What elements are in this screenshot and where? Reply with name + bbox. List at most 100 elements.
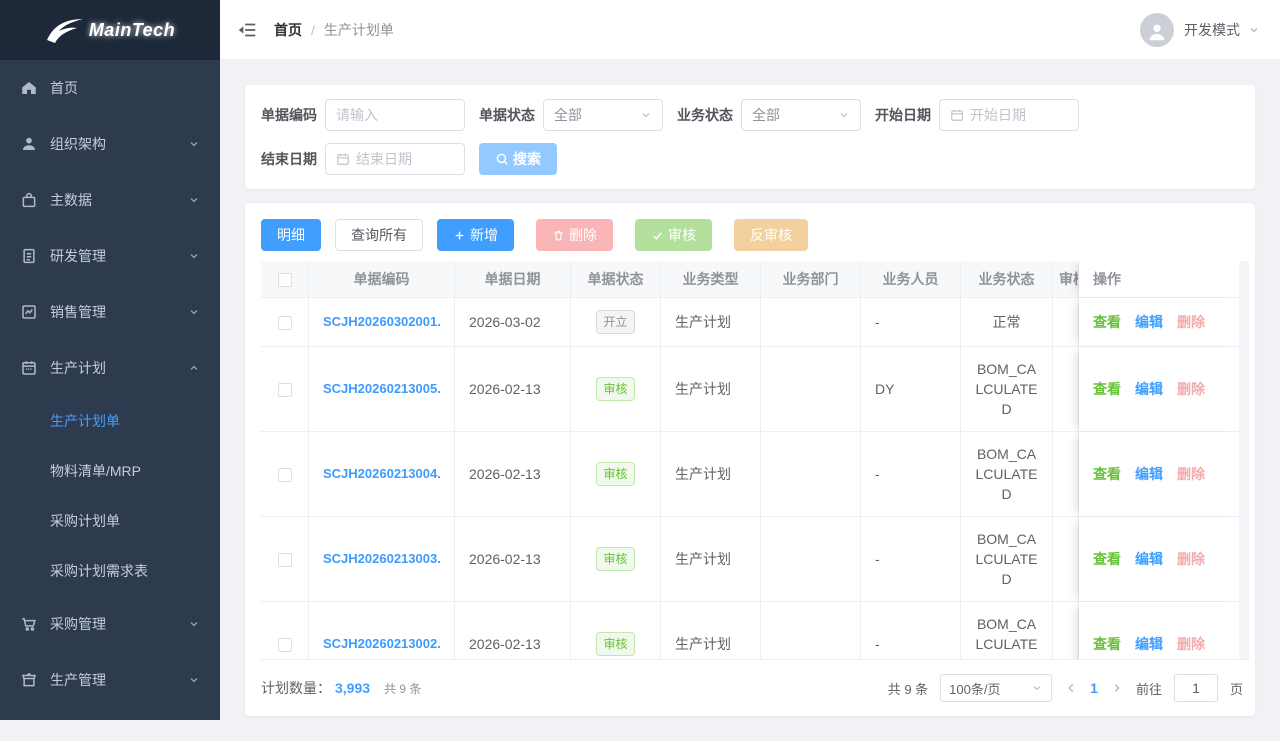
sidebar-item-production-plan[interactable]: 生产计划 bbox=[0, 340, 220, 396]
table-scrollbar-track[interactable] bbox=[1239, 261, 1249, 659]
table-row: SCJH20260213003...2026-02-13审核生产计划-BOM_C… bbox=[261, 517, 1239, 602]
status-badge: 审核 bbox=[596, 547, 634, 571]
row-checkbox[interactable] bbox=[278, 638, 292, 652]
edit-link[interactable]: 编辑 bbox=[1135, 314, 1163, 330]
button-label: 查询所有 bbox=[351, 225, 407, 245]
chevron-down-icon bbox=[188, 138, 200, 150]
cell-biz-status: BOM_CALCULATED bbox=[961, 432, 1053, 517]
view-link[interactable]: 查看 bbox=[1093, 636, 1121, 652]
sidebar-item-label: 研发管理 bbox=[50, 246, 188, 266]
row-checkbox[interactable] bbox=[278, 553, 292, 567]
page-number[interactable]: 1 bbox=[1090, 680, 1098, 696]
plan-count-label: 计划数量： bbox=[261, 678, 331, 698]
cell-biz-person: DY bbox=[861, 347, 961, 432]
pagination: 共 9 条 100条/页 1 前往 页 bbox=[888, 674, 1243, 702]
sidebar-item-label: 组织架构 bbox=[50, 134, 188, 154]
row-checkbox[interactable] bbox=[278, 468, 292, 482]
delete-link[interactable]: 删除 bbox=[1177, 466, 1205, 482]
start-date-field[interactable] bbox=[970, 107, 1068, 123]
sidebar-subitem-purchase-plan-order[interactable]: 采购计划单 bbox=[0, 496, 220, 546]
edit-link[interactable]: 编辑 bbox=[1135, 551, 1163, 567]
view-link[interactable]: 查看 bbox=[1093, 381, 1121, 397]
view-link[interactable]: 查看 bbox=[1093, 466, 1121, 482]
status-badge: 审核 bbox=[596, 377, 634, 401]
sidebar-item-home[interactable]: 首页 bbox=[0, 60, 220, 116]
sidebar-item-purchase-management[interactable]: 采购管理 bbox=[0, 596, 220, 652]
cell-biz-type: 生产计划 bbox=[661, 517, 761, 602]
end-date-input[interactable] bbox=[325, 143, 465, 175]
page-unit-label: 页 bbox=[1230, 679, 1243, 698]
sidebar-item-org[interactable]: 组织架构 bbox=[0, 116, 220, 172]
view-link[interactable]: 查看 bbox=[1093, 314, 1121, 330]
sidebar-subitem-bom-mrp[interactable]: 物料清单/MRP bbox=[0, 446, 220, 496]
start-date-label: 开始日期 bbox=[875, 105, 931, 125]
sidebar-nav: 首页组织架构主数据研发管理销售管理生产计划生产计划单物料清单/MRP采购计划单采… bbox=[0, 60, 220, 708]
search-button[interactable]: 搜索 bbox=[479, 143, 557, 175]
column-header-audit: 审核 bbox=[1053, 261, 1079, 298]
detail-button[interactable]: 明细 bbox=[261, 219, 321, 251]
select-all-checkbox[interactable] bbox=[278, 273, 292, 287]
goto-page-input[interactable] bbox=[1174, 674, 1218, 702]
anti-audit-button[interactable]: 反审核 bbox=[734, 219, 808, 251]
table-row: SCJH20260302001...2026-03-02开立生产计划-正常查看编… bbox=[261, 298, 1239, 347]
total-count-right: 共 9 条 bbox=[888, 679, 928, 698]
cell-biz-dept bbox=[761, 347, 861, 432]
user-menu[interactable]: 开发模式 bbox=[1140, 13, 1260, 47]
edit-link[interactable]: 编辑 bbox=[1135, 381, 1163, 397]
biz-status-value: 全部 bbox=[752, 105, 780, 125]
start-date-input[interactable] bbox=[939, 99, 1079, 131]
chevron-down-icon bbox=[188, 674, 200, 686]
column-header-biz-status: 业务状态 bbox=[961, 261, 1053, 298]
edit-link[interactable]: 编辑 bbox=[1135, 466, 1163, 482]
doc-code-link[interactable]: SCJH20260213002... bbox=[323, 634, 440, 654]
sidebar-item-master-data[interactable]: 主数据 bbox=[0, 172, 220, 228]
add-button[interactable]: 新增 bbox=[437, 219, 514, 251]
trash-icon bbox=[552, 229, 565, 242]
doc-code-link[interactable]: SCJH20260213004... bbox=[323, 464, 440, 484]
document-icon bbox=[20, 247, 38, 265]
delete-link[interactable]: 删除 bbox=[1177, 381, 1205, 397]
doc-code-link[interactable]: SCJH20260213003... bbox=[323, 549, 440, 569]
audit-button[interactable]: 审核 bbox=[635, 219, 712, 251]
page-size-select[interactable]: 100条/页 bbox=[940, 674, 1052, 702]
table-row: SCJH20260213005...2026-02-13审核生产计划DYBOM_… bbox=[261, 347, 1239, 432]
chevron-down-icon bbox=[188, 306, 200, 318]
bag-icon bbox=[20, 191, 38, 209]
sidebar-item-sales-management[interactable]: 销售管理 bbox=[0, 284, 220, 340]
sidebar-subitem-production-plan-order[interactable]: 生产计划单 bbox=[0, 396, 220, 446]
sidebar-item-rd-management[interactable]: 研发管理 bbox=[0, 228, 220, 284]
biz-status-select[interactable]: 全部 bbox=[741, 99, 861, 131]
sidebar-collapse-icon[interactable] bbox=[236, 19, 258, 41]
doc-status-select[interactable]: 全部 bbox=[543, 99, 663, 131]
prev-page-icon[interactable] bbox=[1064, 681, 1078, 695]
view-link[interactable]: 查看 bbox=[1093, 551, 1121, 567]
doc-code-label: 单据编码 bbox=[261, 105, 317, 125]
cell-actions: 查看编辑删除 bbox=[1079, 347, 1239, 432]
user-icon bbox=[20, 135, 38, 153]
page-content: 单据编码 单据状态 全部 业务状态 全部 bbox=[220, 60, 1280, 741]
delete-link[interactable]: 删除 bbox=[1177, 551, 1205, 567]
sidebar-subitem-purchase-plan-demand[interactable]: 采购计划需求表 bbox=[0, 546, 220, 596]
delete-button[interactable]: 删除 bbox=[536, 219, 613, 251]
query-all-button[interactable]: 查询所有 bbox=[335, 219, 423, 251]
cell-biz-person: - bbox=[861, 517, 961, 602]
chevron-up-icon bbox=[188, 362, 200, 374]
row-checkbox[interactable] bbox=[278, 316, 292, 330]
filter-end-date: 结束日期 bbox=[261, 143, 465, 175]
doc-code-link[interactable]: SCJH20260302001... bbox=[323, 312, 440, 332]
toolbar: 明细 查询所有 新增删除审核反审核 bbox=[261, 219, 1249, 251]
doc-code-input[interactable] bbox=[336, 107, 454, 123]
filter-doc-status: 单据状态 全部 bbox=[479, 99, 663, 131]
sidebar-item-production-management[interactable]: 生产管理 bbox=[0, 652, 220, 708]
delete-link[interactable]: 删除 bbox=[1177, 636, 1205, 652]
delete-link[interactable]: 删除 bbox=[1177, 314, 1205, 330]
edit-link[interactable]: 编辑 bbox=[1135, 636, 1163, 652]
breadcrumb-home[interactable]: 首页 bbox=[274, 20, 302, 40]
doc-code-link[interactable]: SCJH20260213005... bbox=[323, 379, 440, 399]
filter-start-date: 开始日期 bbox=[875, 99, 1079, 131]
next-page-icon[interactable] bbox=[1110, 681, 1124, 695]
select-all-header bbox=[261, 261, 309, 298]
column-header-biz-type: 业务类型 bbox=[661, 261, 761, 298]
end-date-field[interactable] bbox=[356, 151, 454, 167]
row-checkbox[interactable] bbox=[278, 383, 292, 397]
